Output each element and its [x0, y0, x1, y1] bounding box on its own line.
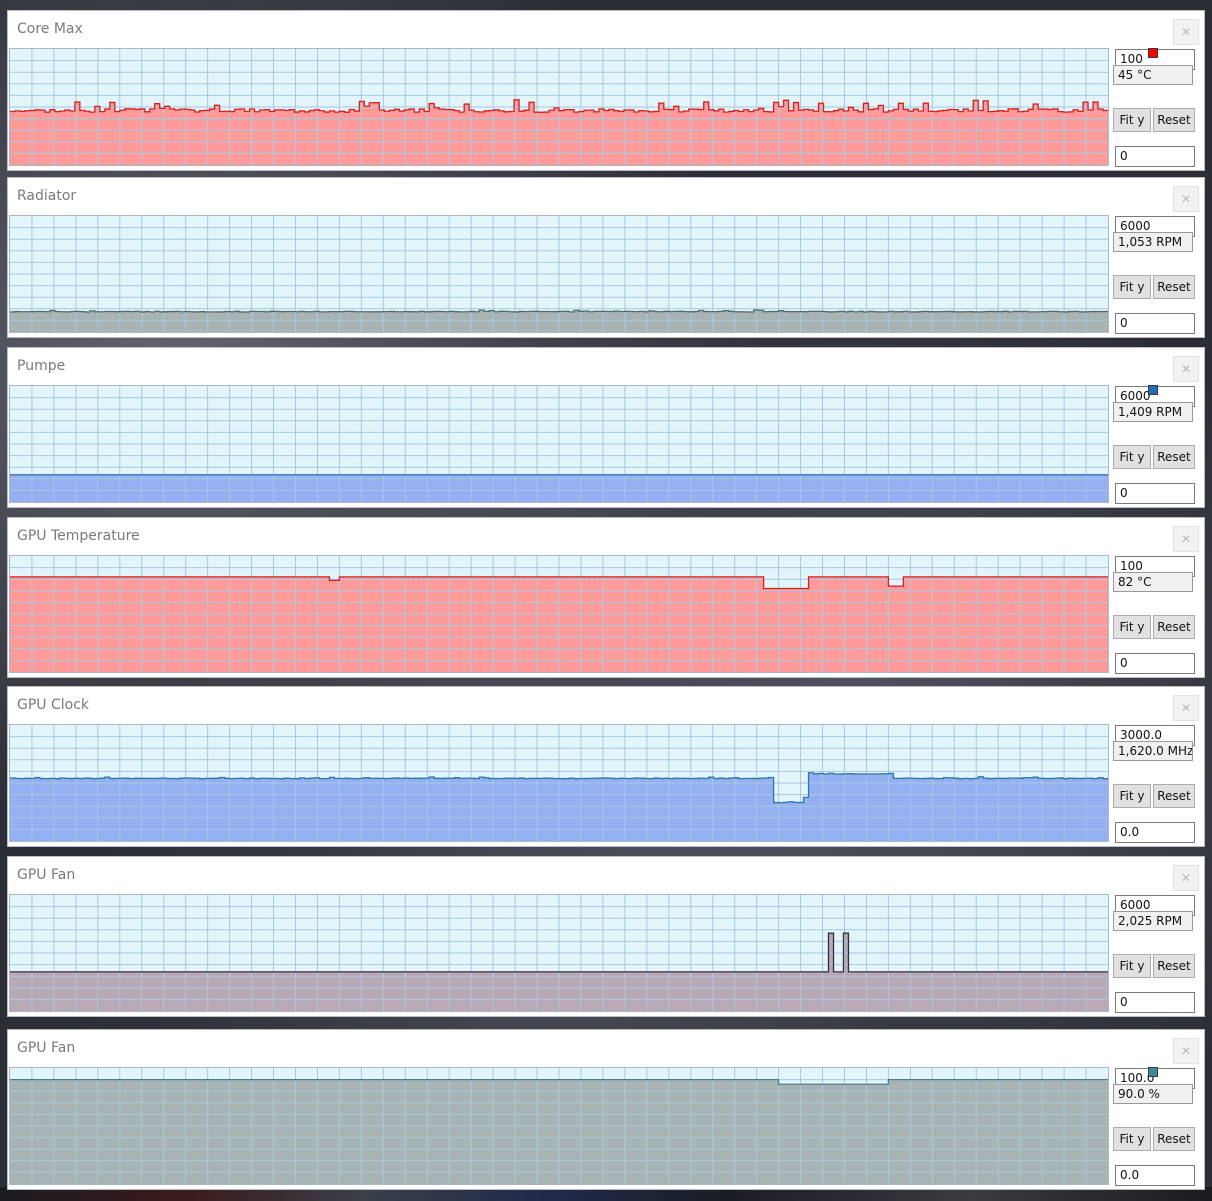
- plot-canvas: [10, 216, 1108, 332]
- reset-button[interactable]: Reset: [1153, 275, 1195, 299]
- series-color-swatch[interactable]: [1148, 48, 1158, 58]
- sensor-panel: Core Max ✕ 100 45 °C Fit y Reset 0: [7, 10, 1205, 171]
- current-value: 2,025 RPM: [1113, 911, 1193, 931]
- y-min-field[interactable]: 0: [1115, 313, 1195, 334]
- y-min-field[interactable]: 0.0: [1115, 822, 1195, 843]
- fit-y-button[interactable]: Fit y: [1113, 615, 1151, 639]
- series-color-swatch[interactable]: [1148, 385, 1158, 395]
- current-value: 1,620.0 MHz: [1113, 741, 1193, 761]
- plot-canvas: [10, 49, 1108, 165]
- sensor-panel: Radiator ✕ 6000 1,053 RPM Fit y Reset 0: [7, 177, 1205, 338]
- current-value: 90.0 %: [1113, 1084, 1193, 1104]
- current-value: 82 °C: [1113, 572, 1193, 592]
- series-color-swatch[interactable]: [1148, 1067, 1158, 1077]
- close-button[interactable]: ✕: [1173, 186, 1199, 212]
- fit-y-button[interactable]: Fit y: [1113, 275, 1151, 299]
- panel-title: GPU Temperature: [17, 528, 140, 544]
- close-button[interactable]: ✕: [1173, 1038, 1199, 1064]
- sensor-plot: [9, 894, 1109, 1012]
- plot-canvas: [10, 725, 1108, 841]
- close-button[interactable]: ✕: [1173, 865, 1199, 891]
- current-value: 1,053 RPM: [1113, 232, 1193, 252]
- panel-title: Pumpe: [17, 358, 66, 374]
- sensor-plot: [9, 724, 1109, 842]
- sensor-plot: [9, 555, 1109, 673]
- fit-y-button[interactable]: Fit y: [1113, 108, 1151, 132]
- panel-title: Radiator: [17, 188, 77, 204]
- sensor-plot: [9, 215, 1109, 333]
- y-min-field[interactable]: 0.0: [1115, 1165, 1195, 1186]
- plot-canvas: [10, 895, 1108, 1011]
- current-value: 45 °C: [1113, 65, 1193, 85]
- sensor-plot: [9, 1067, 1109, 1185]
- panel-title: GPU Fan: [17, 1040, 76, 1056]
- y-min-field[interactable]: 0: [1115, 992, 1195, 1013]
- fit-y-button[interactable]: Fit y: [1113, 1127, 1151, 1151]
- fit-y-button[interactable]: Fit y: [1113, 445, 1151, 469]
- close-button[interactable]: ✕: [1173, 526, 1199, 552]
- panel-title: GPU Clock: [17, 697, 90, 713]
- sensor-panel: GPU Clock ✕ 3000.0 1,620.0 MHz Fit y Res…: [7, 686, 1205, 847]
- plot-canvas: [10, 386, 1108, 502]
- reset-button[interactable]: Reset: [1153, 615, 1195, 639]
- close-button[interactable]: ✕: [1173, 695, 1199, 721]
- close-button[interactable]: ✕: [1173, 19, 1199, 45]
- reset-button[interactable]: Reset: [1153, 1127, 1195, 1151]
- plot-canvas: [10, 556, 1108, 672]
- reset-button[interactable]: Reset: [1153, 108, 1195, 132]
- reset-button[interactable]: Reset: [1153, 954, 1195, 978]
- fit-y-button[interactable]: Fit y: [1113, 784, 1151, 808]
- y-min-field[interactable]: 0: [1115, 483, 1195, 504]
- y-min-field[interactable]: 0: [1115, 146, 1195, 167]
- fit-y-button[interactable]: Fit y: [1113, 954, 1151, 978]
- close-button[interactable]: ✕: [1173, 356, 1199, 382]
- y-min-field[interactable]: 0: [1115, 653, 1195, 674]
- reset-button[interactable]: Reset: [1153, 784, 1195, 808]
- plot-canvas: [10, 1068, 1108, 1184]
- panel-title: GPU Fan: [17, 867, 76, 883]
- sensor-plot: [9, 385, 1109, 503]
- sensor-panel: GPU Temperature ✕ 100 82 °C Fit y Reset …: [7, 517, 1205, 678]
- reset-button[interactable]: Reset: [1153, 445, 1195, 469]
- sensor-panel: GPU Fan ✕ 6000 2,025 RPM Fit y Reset 0: [7, 856, 1205, 1017]
- sensor-panel: GPU Fan ✕ 100.0 90.0 % Fit y Reset 0.0: [7, 1029, 1205, 1190]
- current-value: 1,409 RPM: [1113, 402, 1193, 422]
- panel-title: Core Max: [17, 21, 83, 37]
- sensor-panel: Pumpe ✕ 6000 1,409 RPM Fit y Reset 0: [7, 347, 1205, 508]
- sensor-plot: [9, 48, 1109, 166]
